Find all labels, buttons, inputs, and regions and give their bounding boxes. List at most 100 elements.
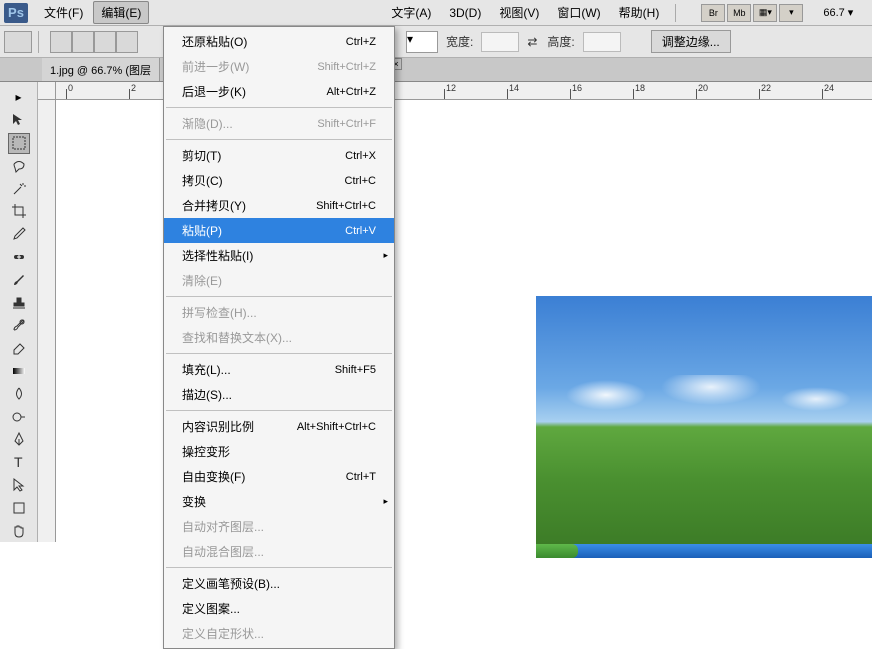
bridge-button[interactable]: Br [701,4,725,22]
menu-item[interactable]: 还原粘贴(O)Ctrl+Z [164,29,394,54]
ruler-tick-label: 16 [572,83,582,93]
menu-file[interactable]: 文件(F) [36,1,91,24]
dodge-tool[interactable] [8,406,30,427]
menu-item[interactable]: 填充(L)... Shift+F5 [164,357,394,382]
menu-item-label: 定义图案... [182,600,240,617]
magic-wand-tool[interactable] [8,178,30,199]
menu-item[interactable]: 定义图案... [164,596,394,621]
expand-icon[interactable]: ▸ [8,87,30,108]
ruler-tick-label: 22 [761,83,771,93]
menu-item-label: 内容识别比例 [182,418,254,435]
selection-subtract[interactable] [94,31,116,53]
menu-item: 前进一步(W)Shift+Ctrl+Z [164,54,394,79]
menu-item-label: 还原粘贴(O) [182,33,247,50]
eyedropper-tool[interactable] [8,224,30,245]
menu-item-label: 查找和替换文本(X)... [182,329,292,346]
shape-tool[interactable] [8,497,30,518]
menu-separator [166,107,392,108]
options-bar: ▾ 宽度: ⇄ 高度: 调整边缘... [0,26,872,58]
width-label: 宽度: [444,33,475,50]
height-field[interactable] [583,32,621,52]
menu-3d[interactable]: 3D(D) [441,3,489,23]
move-tool[interactable] [8,110,30,131]
eraser-tool[interactable] [8,338,30,359]
menu-separator [166,353,392,354]
ruler-tick-label: 0 [68,83,73,93]
vertical-ruler[interactable] [38,100,56,542]
menu-item-label: 定义画笔预设(B)... [182,575,280,592]
menu-item: 查找和替换文本(X)... [164,325,394,350]
menu-separator [166,567,392,568]
toolbox: ▸ T [0,82,38,542]
menu-item: 清除(E) [164,268,394,293]
menu-view[interactable]: 视图(V) [491,1,547,24]
menu-item-shortcut: Shift+F5 [335,364,376,376]
ruler-tick-label: 24 [824,83,834,93]
brush-tool[interactable] [8,269,30,290]
menu-item: 自动对齐图层... [164,514,394,539]
menu-item[interactable]: 内容识别比例Alt+Shift+Ctrl+C [164,414,394,439]
menu-item[interactable]: 合并拷贝(Y) Shift+Ctrl+C [164,193,394,218]
menu-item-label: 填充(L)... [182,361,231,378]
swap-icon[interactable]: ⇄ [525,35,539,49]
zoom-level[interactable]: 66.7 ▾ [819,6,857,19]
menu-item[interactable]: 拷贝(C)Ctrl+C [164,168,394,193]
blur-tool[interactable] [8,383,30,404]
menu-item[interactable]: 选择性粘贴(I) [164,243,394,268]
history-brush-tool[interactable] [8,315,30,336]
tab-title: 1.jpg @ 66.7% (图层 [50,62,151,78]
screen-mode-button[interactable]: ▦▾ [753,4,777,22]
menu-item[interactable]: 剪切(T)Ctrl+X [164,143,394,168]
menu-item[interactable]: 操控变形 [164,439,394,464]
width-field[interactable] [481,32,519,52]
path-selection-tool[interactable] [8,475,30,496]
menu-item-shortcut: Shift+Ctrl+F [317,118,376,130]
mb-button[interactable]: Mb [727,4,751,22]
menu-item-label: 合并拷贝(Y) [182,197,246,214]
healing-brush-tool[interactable] [8,247,30,268]
menubar: Ps 文件(F) 编辑(E) 文字(A) 3D(D) 视图(V) 窗口(W) 帮… [0,0,872,26]
selection-intersect[interactable] [116,31,138,53]
crop-tool[interactable] [8,201,30,222]
menu-item-shortcut: Alt+Ctrl+Z [326,86,376,98]
lasso-tool[interactable] [8,156,30,177]
marquee-tool[interactable] [8,133,30,154]
menu-help[interactable]: 帮助(H) [611,1,668,24]
menu-window[interactable]: 窗口(W) [549,1,608,24]
image-start-button [536,544,578,558]
ruler-origin[interactable] [38,82,56,100]
current-tool-preset[interactable] [4,31,32,53]
hand-tool[interactable] [8,520,30,541]
gradient-tool[interactable] [8,361,30,382]
menu-edit[interactable]: 编辑(E) [93,1,149,24]
menu-separator [166,296,392,297]
menu-item-label: 拼写检查(H)... [182,304,257,321]
menu-item-shortcut: Ctrl+X [345,150,376,162]
menu-item: 渐隐(D)... Shift+Ctrl+F [164,111,394,136]
height-label: 高度: [545,33,576,50]
document-tab[interactable]: 1.jpg @ 66.7% (图层 [42,58,160,81]
menu-type[interactable]: 文字(A) [383,1,439,24]
menu-item[interactable]: 后退一步(K) Alt+Ctrl+Z [164,79,394,104]
menu-item-shortcut: Shift+Ctrl+C [316,200,376,212]
style-dropdown[interactable]: ▾ [406,31,438,53]
selection-mode-group [50,31,138,53]
refine-edge-button[interactable]: 调整边缘... [651,30,731,53]
menu-item-label: 后退一步(K) [182,83,246,100]
type-tool[interactable]: T [8,452,30,473]
menu-item-label: 渐隐(D)... [182,115,233,132]
menu-item: 自动混合图层... [164,539,394,564]
arrange-button[interactable]: ▾ [779,4,803,22]
menu-item[interactable]: 粘贴(P)Ctrl+V [164,218,394,243]
app-logo: Ps [4,3,28,23]
menu-item[interactable]: 描边(S)... [164,382,394,407]
selection-add[interactable] [72,31,94,53]
menu-item[interactable]: 定义画笔预设(B)... [164,571,394,596]
menu-item[interactable]: 变换 [164,489,394,514]
ruler-tick-label: 2 [131,83,136,93]
menu-item[interactable]: 自由变换(F)Ctrl+T [164,464,394,489]
selection-new[interactable] [50,31,72,53]
pen-tool[interactable] [8,429,30,450]
stamp-tool[interactable] [8,292,30,313]
menu-separator [166,139,392,140]
